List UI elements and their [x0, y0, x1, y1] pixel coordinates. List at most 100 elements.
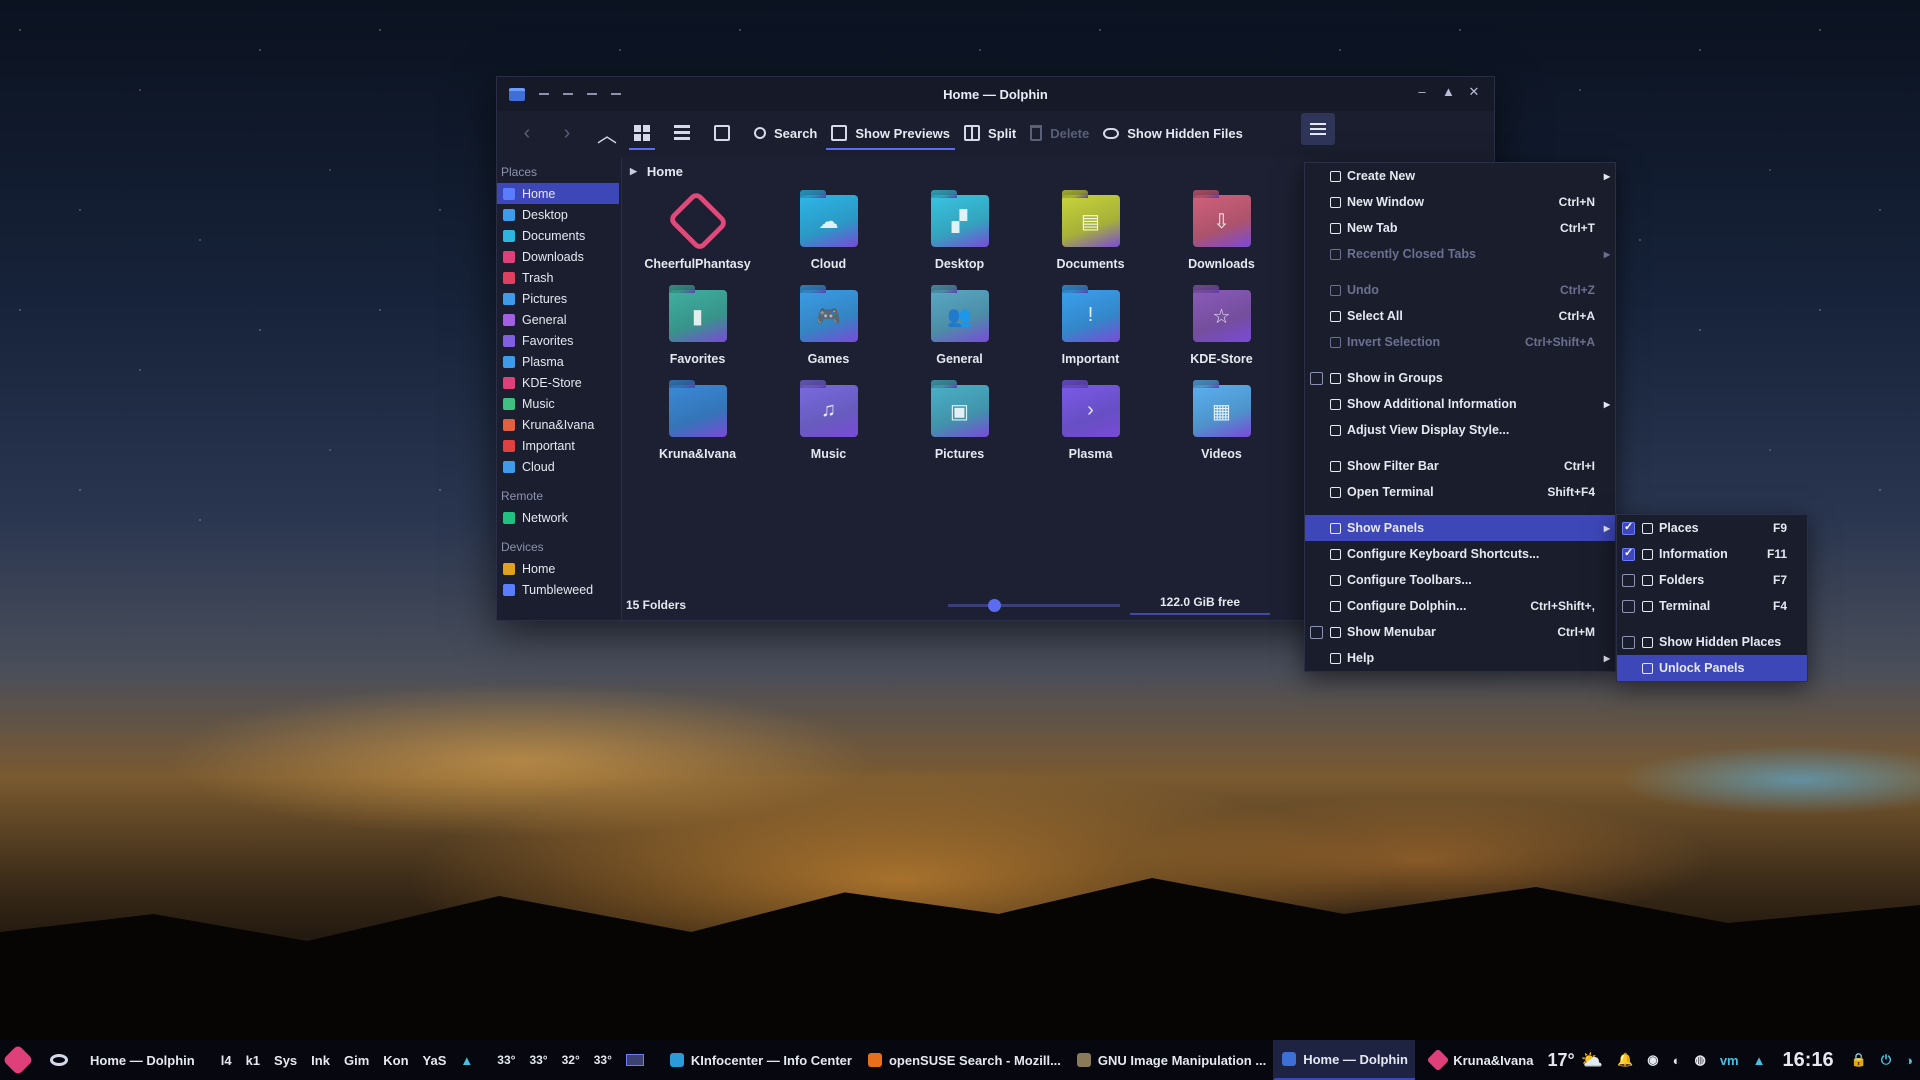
notifications-icon[interactable]: 🔔 — [1610, 1052, 1640, 1068]
panel-toggle[interactable]: Terminal F4 — [1617, 593, 1807, 619]
compact-view-button[interactable] — [667, 116, 697, 150]
menu-item[interactable]: Show Additional Information ▶ — [1305, 391, 1615, 417]
menu-item[interactable]: Adjust View Display Style... — [1305, 417, 1615, 443]
delete-button[interactable]: Delete — [1023, 116, 1096, 150]
folder-item[interactable]: 👥 General — [894, 290, 1025, 385]
search-button[interactable]: Search — [747, 116, 824, 150]
sidebar-item[interactable]: Favorites — [497, 330, 621, 351]
menu-item[interactable]: Configure Keyboard Shortcuts... — [1305, 541, 1615, 567]
checkbox[interactable] — [1622, 546, 1635, 561]
task-button[interactable]: Home — Dolphin — [1273, 1040, 1415, 1080]
sidebar-item[interactable]: Trash — [497, 267, 621, 288]
launcher-button[interactable]: Ink — [304, 1053, 337, 1068]
launcher-button[interactable]: Sys — [267, 1053, 304, 1068]
zoom-slider[interactable] — [948, 599, 1120, 612]
folder-item[interactable]: ! Important — [1025, 290, 1156, 385]
show-desktop-icon[interactable]: ◑ — [1898, 1053, 1920, 1068]
lock-icon[interactable]: 🔒 — [1844, 1052, 1874, 1068]
menu-item[interactable]: Recently Closed Tabs ▶ — [1305, 241, 1615, 267]
clipboard-icon[interactable]: ◍ — [1687, 1052, 1712, 1068]
free-space[interactable]: 122.0 GiB free — [1130, 595, 1270, 615]
checkbox[interactable] — [1310, 625, 1323, 639]
icons-view-button[interactable] — [627, 116, 657, 150]
menu-item[interactable]: Help ▶ — [1305, 645, 1615, 671]
menu-item[interactable]: Configure Dolphin... Ctrl+Shift+, — [1305, 593, 1615, 619]
panel-toggle[interactable]: Show Hidden Places — [1617, 629, 1807, 655]
titlebar-button[interactable] — [563, 93, 573, 95]
show-previews-button[interactable]: Show Previews — [824, 116, 957, 150]
menu-item[interactable]: Undo Ctrl+Z — [1305, 277, 1615, 303]
app-launcher[interactable] — [0, 1044, 43, 1076]
maximize-button[interactable]: ▲ — [1442, 85, 1455, 98]
close-button[interactable]: ✕ — [1468, 85, 1480, 98]
sidebar-item[interactable]: Pictures — [497, 288, 621, 309]
checkbox[interactable] — [1622, 573, 1635, 587]
launcher-button[interactable]: l4 — [214, 1053, 239, 1068]
launcher-button[interactable]: k1 — [239, 1053, 267, 1068]
menu-item[interactable]: New Tab Ctrl+T — [1305, 215, 1615, 241]
hamburger-menu-button[interactable] — [1301, 113, 1335, 145]
split-button[interactable]: Split — [957, 116, 1023, 150]
power-icon[interactable]: ⏻ — [1874, 1052, 1898, 1068]
minimize-button[interactable]: – — [1416, 85, 1428, 98]
menu-item[interactable]: Create New ▶ — [1305, 163, 1615, 189]
titlebar-button[interactable] — [539, 93, 549, 95]
folder-item[interactable]: ☁ Cloud — [763, 195, 894, 290]
sidebar-item[interactable]: Music — [497, 393, 621, 414]
menu-item[interactable]: Select All Ctrl+A — [1305, 303, 1615, 329]
tray-arrow-icon[interactable]: ▲ — [1746, 1053, 1773, 1068]
launcher-button[interactable]: Kon — [376, 1053, 415, 1068]
device-item[interactable]: Tumbleweed — [497, 579, 621, 600]
menu-item[interactable]: Invert Selection Ctrl+Shift+A — [1305, 329, 1615, 355]
checkbox[interactable] — [1622, 635, 1635, 649]
sidebar-item[interactable]: Plasma — [497, 351, 621, 372]
sidebar-item[interactable]: Important — [497, 435, 621, 456]
folder-item[interactable]: ◈ CheerfulPhantasy — [632, 189, 763, 290]
up-button[interactable]: ︿ — [587, 119, 627, 148]
folder-item[interactable]: › Plasma — [1025, 385, 1156, 480]
audio-icon[interactable]: ◐ — [1666, 1053, 1688, 1068]
panel-toggle[interactable]: Folders F7 — [1617, 567, 1807, 593]
folder-item[interactable]: ▤ Documents — [1025, 195, 1156, 290]
clock[interactable]: 16:16 — [1783, 1049, 1834, 1072]
vm-icon[interactable]: vm — [1713, 1053, 1746, 1068]
launcher-button[interactable]: Gim — [337, 1053, 376, 1068]
panel-toggle[interactable]: Places F9 — [1617, 515, 1807, 541]
folder-item[interactable]: ☆ KDE-Store — [1156, 290, 1287, 385]
sidebar-item[interactable]: Downloads — [497, 246, 621, 267]
folder-item[interactable]: 🎮 Games — [763, 290, 894, 385]
window-titlebar[interactable]: Home — Dolphin – ▲ ✕ — [497, 77, 1494, 111]
folder-item[interactable]: ▞ Desktop — [894, 195, 1025, 290]
sidebar-item[interactable]: Kruna&Ivana — [497, 414, 621, 435]
panel-toggle[interactable]: Information F11 — [1617, 541, 1807, 567]
back-button[interactable]: ‹ — [507, 122, 547, 145]
sidebar-item[interactable]: Home — [497, 183, 619, 204]
task-button[interactable]: openSUSE Search - Mozill... — [859, 1040, 1068, 1080]
sidebar-item[interactable]: General — [497, 309, 621, 330]
network-icon[interactable]: ◉ — [1640, 1052, 1665, 1068]
titlebar-button[interactable] — [587, 93, 597, 95]
checkbox[interactable] — [1310, 371, 1323, 385]
titlebar-button[interactable] — [611, 93, 621, 95]
folder-item[interactable]: ▣ Pictures — [894, 385, 1025, 480]
user-switcher[interactable]: Kruna&Ivana — [1423, 1048, 1540, 1072]
weather-widget[interactable]: 17° ⛅ — [1540, 1050, 1610, 1071]
task-button[interactable]: GNU Image Manipulation ... — [1068, 1040, 1273, 1080]
menu-item[interactable]: Show Filter Bar Ctrl+I — [1305, 453, 1615, 479]
menu-item[interactable]: Show Panels ▶ — [1305, 515, 1615, 541]
folder-item[interactable]: ▦ Videos — [1156, 385, 1287, 480]
panel-toggle[interactable]: Unlock Panels — [1617, 655, 1807, 681]
checkbox[interactable] — [1622, 599, 1635, 613]
breadcrumb-home[interactable]: Home — [647, 164, 683, 179]
show-hidden-files-button[interactable]: Show Hidden Files — [1096, 116, 1250, 150]
sidebar-item[interactable]: KDE-Store — [497, 372, 621, 393]
task-button[interactable]: KInfocenter — Info Center — [661, 1040, 859, 1080]
sidebar-item[interactable]: Documents — [497, 225, 621, 246]
remote-item[interactable]: Network — [497, 507, 621, 528]
folder-item[interactable]: ▮ Favorites — [632, 290, 763, 385]
forward-button[interactable]: › — [547, 122, 587, 145]
menu-item[interactable]: Show in Groups — [1305, 365, 1615, 391]
zoom-slider-knob[interactable] — [988, 599, 1002, 612]
menu-item[interactable]: New Window Ctrl+N — [1305, 189, 1615, 215]
sidebar-item[interactable]: Desktop — [497, 204, 621, 225]
